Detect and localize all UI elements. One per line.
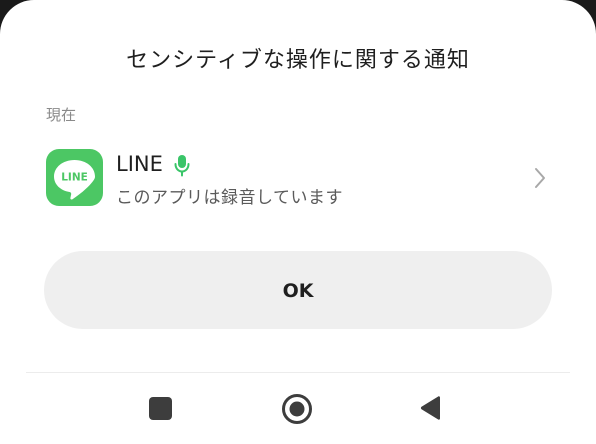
dialog-title: センシティブな操作に関する通知 bbox=[126, 48, 470, 73]
recents-square-icon[interactable] bbox=[149, 397, 172, 420]
app-list-item-line[interactable]: LINE LINE このアプリは録音しています bbox=[0, 140, 596, 216]
microphone-icon bbox=[173, 154, 191, 178]
line-icon-text: LINE bbox=[61, 172, 88, 184]
section-label-current: 現在 bbox=[46, 106, 77, 124]
home-circle-icon[interactable] bbox=[281, 393, 313, 425]
app-status-text: このアプリは録音しています bbox=[116, 188, 343, 208]
app-name: LINE bbox=[116, 152, 163, 176]
back-triangle-icon[interactable] bbox=[419, 395, 443, 421]
navbar-divider bbox=[26, 372, 570, 373]
sensitive-action-dialog: センシティブな操作に関する通知 現在 LINE LINE このアプリは録音してい… bbox=[0, 0, 596, 444]
line-app-icon: LINE bbox=[46, 149, 103, 206]
chevron-right-icon bbox=[533, 166, 547, 190]
ok-button[interactable]: OK bbox=[44, 251, 552, 329]
